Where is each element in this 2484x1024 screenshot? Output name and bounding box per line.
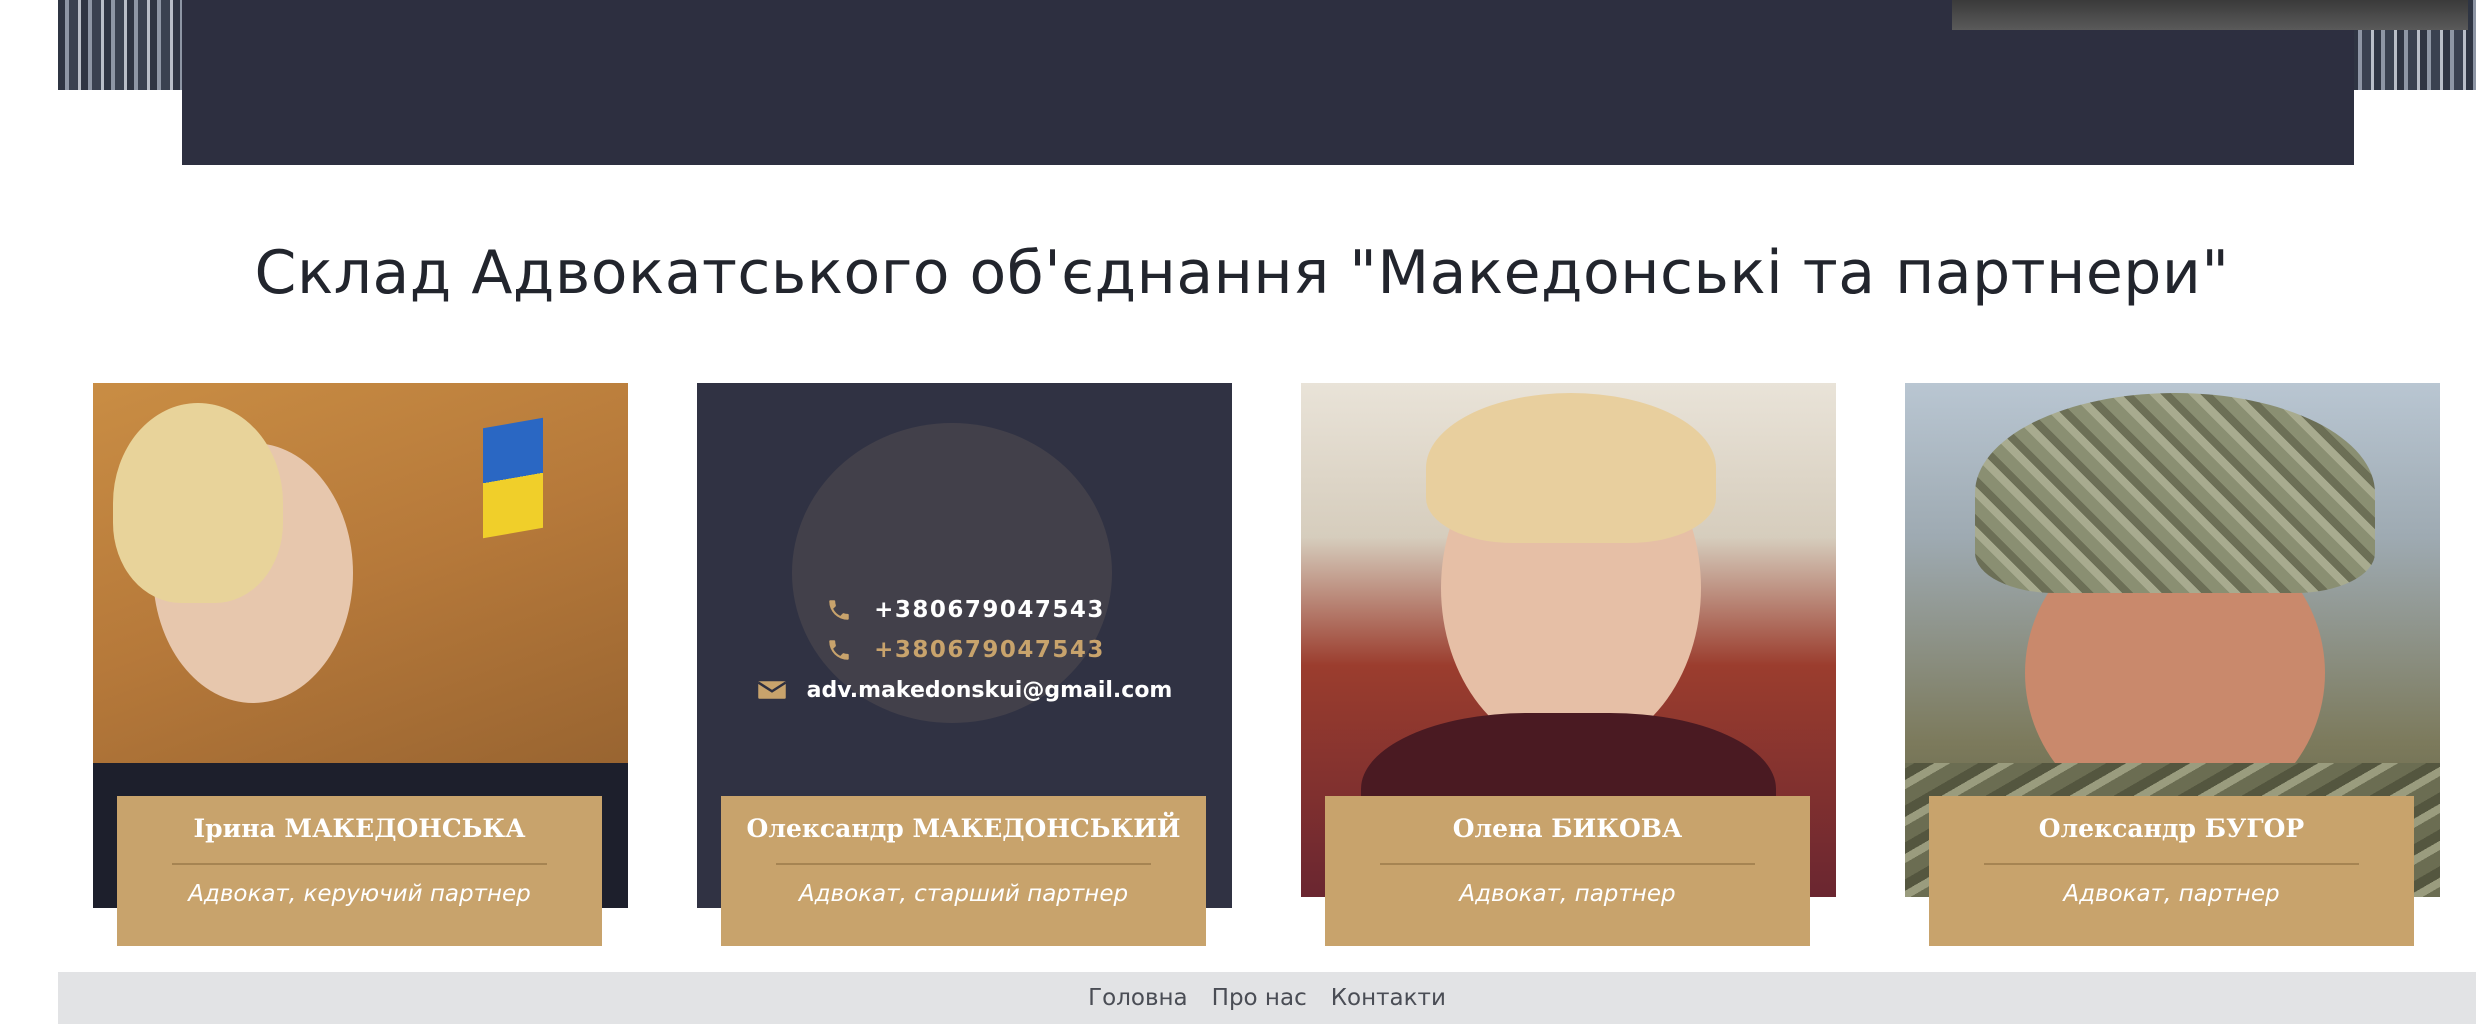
team-card[interactable]: +380679047543 +380679047543 adv.makedons…	[697, 383, 1232, 947]
phone-row[interactable]: +380679047543	[697, 590, 1232, 630]
member-role: Адвокат, партнер	[2063, 881, 2280, 907]
team-card[interactable]: Олександр БУГОР Адвокат, партнер	[1905, 383, 2440, 947]
hero-panel	[182, 0, 2468, 165]
flag-image	[483, 417, 543, 539]
team-caption: Олександр БУГОР Адвокат, партнер	[1929, 796, 2414, 946]
member-name: Олександр БУГОР	[2038, 814, 2305, 843]
building-image-left	[58, 0, 183, 90]
team-caption: Олександр МАКЕДОНСЬКИЙ Адвокат, старший …	[721, 796, 1206, 946]
phone-row[interactable]: +380679047543	[697, 630, 1232, 670]
hero-photo	[1952, 0, 2468, 30]
member-role: Адвокат, керуючий партнер	[188, 881, 531, 907]
member-name: Олена БИКОВА	[1452, 814, 1683, 843]
portrait-hair	[1426, 393, 1716, 543]
email-link[interactable]: adv.makedonskui@gmail.com	[807, 678, 1173, 703]
team-card[interactable]: Ірина МАКЕДОНСЬКА Адвокат, керуючий парт…	[93, 383, 628, 947]
envelope-icon	[757, 681, 787, 699]
phone-icon	[829, 600, 849, 620]
member-role: Адвокат, партнер	[1459, 881, 1676, 907]
phone-link[interactable]: +380679047543	[874, 597, 1105, 623]
phone-icon	[829, 640, 849, 660]
team-caption: Олена БИКОВА Адвокат, партнер	[1325, 796, 1810, 946]
caption-divider	[1380, 863, 1755, 865]
caption-divider	[776, 863, 1151, 865]
member-role: Адвокат, старший партнер	[798, 881, 1129, 907]
footer-nav: Головна Про нас Контакти	[58, 972, 2476, 1024]
team-card[interactable]: Олена БИКОВА Адвокат, партнер	[1301, 383, 1836, 947]
member-name: Олександр МАКЕДОНСЬКИЙ	[746, 814, 1181, 843]
footer-link-about[interactable]: Про нас	[1212, 985, 1307, 1011]
helmet-image	[1975, 393, 2375, 593]
team-caption: Ірина МАКЕДОНСЬКА Адвокат, керуючий парт…	[117, 796, 602, 946]
phone-link[interactable]: +380679047543	[874, 637, 1105, 663]
caption-divider	[1984, 863, 2359, 865]
caption-divider	[172, 863, 547, 865]
member-name: Ірина МАКЕДОНСЬКА	[193, 814, 526, 843]
email-row[interactable]: adv.makedonskui@gmail.com	[697, 670, 1232, 710]
section-title: Склад Адвокатського об'єднання "Македонс…	[254, 238, 2230, 308]
footer-link-contacts[interactable]: Контакти	[1331, 985, 1446, 1011]
portrait-hair	[113, 403, 283, 603]
footer-link-home[interactable]: Головна	[1088, 985, 1188, 1011]
contact-info: +380679047543 +380679047543 adv.makedons…	[697, 590, 1232, 710]
